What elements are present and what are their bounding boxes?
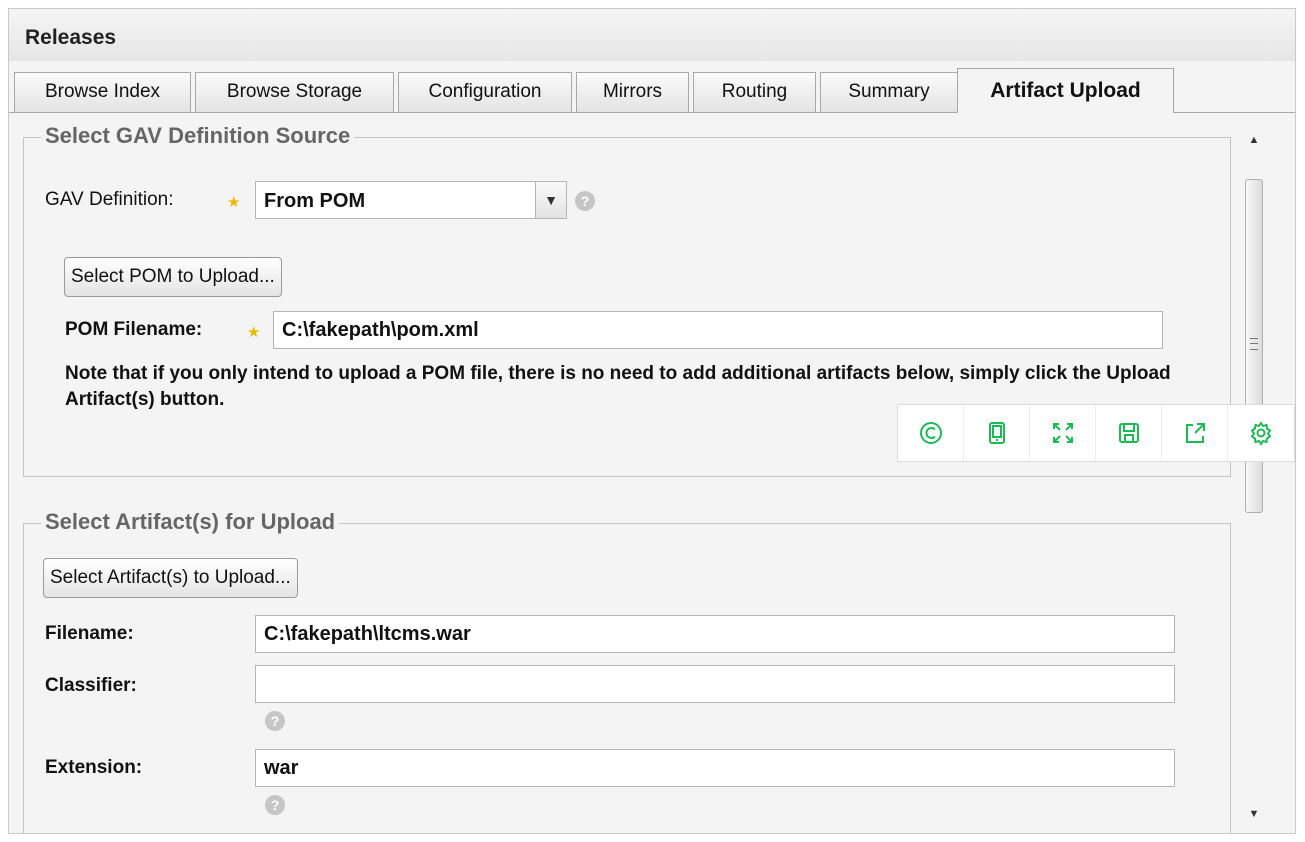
tab-configuration[interactable]: Configuration — [398, 72, 572, 112]
select-pom-button[interactable]: Select POM to Upload... — [64, 257, 282, 297]
classifier-help-icon[interactable]: ? — [265, 711, 285, 731]
pom-filename-label: POM Filename: — [65, 319, 203, 340]
tab-mirrors[interactable]: Mirrors — [576, 72, 689, 112]
tab-browse-index[interactable]: Browse Index — [14, 72, 191, 112]
scroll-down-icon[interactable]: ▼ — [1241, 801, 1267, 827]
tab-summary[interactable]: Summary — [820, 72, 958, 112]
filename-label: Filename: — [45, 623, 134, 644]
pom-filename-field[interactable] — [273, 311, 1163, 349]
upload-form: Select GAV Definition Source GAV Definit… — [9, 113, 1297, 833]
save-icon[interactable] — [1096, 405, 1162, 461]
vertical-scrollbar[interactable]: ▲ ▼ — [1241, 127, 1267, 827]
share-icon[interactable] — [1162, 405, 1228, 461]
panel-title: Releases — [25, 26, 117, 49]
floating-toolbar — [897, 404, 1295, 462]
classifier-field[interactable] — [255, 665, 1175, 703]
required-star-icon: ★ — [227, 194, 241, 211]
tab-bar: Browse Index Browse Storage Configuratio… — [9, 68, 1295, 113]
chevron-down-icon[interactable]: ▼ — [535, 182, 566, 218]
classifier-label: Classifier: — [45, 675, 137, 696]
gav-help-icon[interactable]: ? — [575, 191, 595, 211]
required-star-icon: ★ — [247, 324, 261, 341]
scroll-up-icon[interactable]: ▲ — [1241, 127, 1267, 153]
gav-section-legend: Select GAV Definition Source — [41, 123, 355, 149]
scroll-thumb[interactable] — [1245, 179, 1263, 513]
title-bar: Releases — [9, 9, 1295, 61]
tab-routing[interactable]: Routing — [693, 72, 816, 112]
copyright-icon[interactable] — [898, 405, 964, 461]
fullscreen-icon[interactable] — [1030, 405, 1096, 461]
select-artifacts-button[interactable]: Select Artifact(s) to Upload... — [43, 558, 298, 598]
extension-help-icon[interactable]: ? — [265, 795, 285, 815]
gav-definition-select[interactable]: From POM ▼ — [255, 181, 567, 219]
extension-label: Extension: — [45, 757, 143, 778]
artifact-section-legend: Select Artifact(s) for Upload — [41, 509, 340, 535]
gav-definition-label: GAV Definition: — [45, 189, 174, 210]
extension-field[interactable] — [255, 749, 1175, 787]
tab-artifact-upload[interactable]: Artifact Upload — [957, 68, 1174, 113]
tab-browse-storage[interactable]: Browse Storage — [195, 72, 394, 112]
grip-icon — [1250, 338, 1258, 350]
tablet-icon[interactable] — [964, 405, 1030, 461]
gav-definition-value: From POM — [264, 190, 366, 212]
settings-icon[interactable] — [1228, 405, 1294, 461]
filename-field[interactable] — [255, 615, 1175, 653]
